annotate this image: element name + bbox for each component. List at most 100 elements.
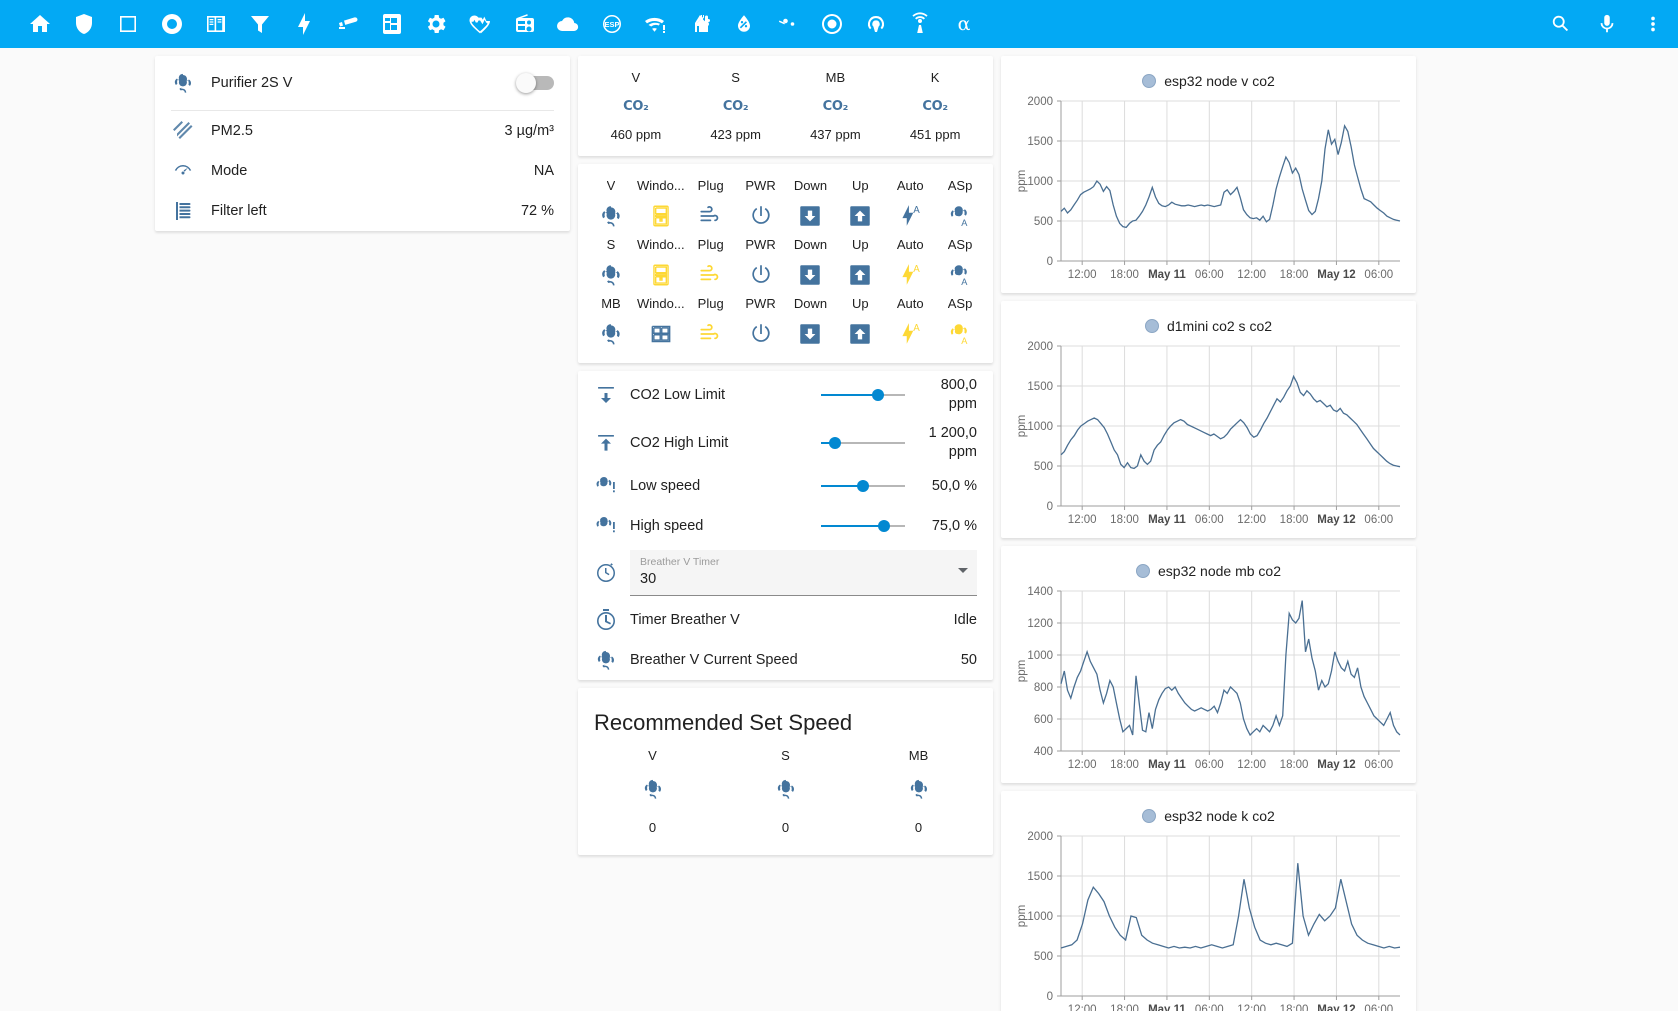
entity-row-filter[interactable]: Filter left 72 %: [155, 191, 570, 231]
power-icon[interactable]: [748, 262, 774, 288]
broadcast-icon[interactable]: [854, 0, 898, 48]
slider-track[interactable]: [821, 388, 905, 401]
window-closed-icon[interactable]: [648, 262, 674, 288]
grid-cell-plug-1[interactable]: Plug: [686, 237, 736, 288]
grid-cell-asp-2[interactable]: ASp A: [935, 296, 985, 347]
arrow-down-box-icon[interactable]: [797, 321, 823, 347]
recommended-item-s[interactable]: S0: [719, 748, 852, 835]
air-conditioner-icon[interactable]: [698, 203, 724, 229]
grid-cell-auto-2[interactable]: Auto A: [885, 296, 935, 347]
arrow-up-box-icon[interactable]: [847, 321, 873, 347]
switch-icon[interactable]: [766, 0, 810, 48]
entity-row-current-speed[interactable]: Breather V Current Speed 50: [578, 640, 993, 680]
window-closed-icon[interactable]: [648, 203, 674, 229]
entity-row-purifier[interactable]: Purifier 2S V: [155, 56, 570, 110]
tablet-dashboard-icon[interactable]: [370, 0, 414, 48]
slider-thumb[interactable]: [872, 388, 885, 401]
chart-card-3[interactable]: esp32 node k co2 0 500 1000 1500 2000 ppm 12:00…: [1001, 791, 1416, 1011]
overflow-menu-icon[interactable]: [1638, 0, 1668, 48]
alpha-icon[interactable]: α: [942, 0, 986, 48]
square-outline-icon[interactable]: [106, 0, 150, 48]
grid-cell-pwr-0[interactable]: PWR: [736, 178, 786, 229]
water-percent-icon[interactable]: [722, 0, 766, 48]
grid-cell-plug-0[interactable]: Plug: [686, 178, 736, 229]
purifier-toggle[interactable]: [516, 73, 554, 93]
slider-track[interactable]: [821, 520, 905, 533]
grid-cell-up-0[interactable]: Up: [835, 178, 885, 229]
breather-timer-select[interactable]: Breather V Timer 30: [630, 550, 977, 597]
glance-item-mb[interactable]: MB CO₂ 437 ppm: [786, 70, 886, 142]
grid-cell-mb-2[interactable]: MB: [586, 296, 636, 347]
entity-row-mode[interactable]: Mode NA: [155, 151, 570, 191]
grid-cell-down-0[interactable]: Down: [786, 178, 836, 229]
entity-row-timer-breather[interactable]: Timer Breather V Idle: [578, 600, 993, 640]
slider-thumb[interactable]: [878, 520, 890, 533]
recommended-item-v[interactable]: V0: [586, 748, 719, 835]
air-conditioner-icon[interactable]: [698, 321, 724, 347]
home-icon[interactable]: [18, 0, 62, 48]
grid-cell-auto-1[interactable]: Auto A: [885, 237, 935, 288]
arrow-up-box-icon[interactable]: [847, 203, 873, 229]
flash-auto-icon[interactable]: A: [897, 262, 923, 288]
flash-auto-icon[interactable]: A: [897, 321, 923, 347]
fan-auto-icon[interactable]: A: [947, 262, 973, 288]
shield-icon[interactable]: [62, 0, 106, 48]
flash-auto-icon[interactable]: A: [897, 203, 923, 229]
grid-cell-v-0[interactable]: V: [586, 178, 636, 229]
book-open-icon[interactable]: [194, 0, 238, 48]
glance-item-k[interactable]: K CO₂ 451 ppm: [885, 70, 985, 142]
grid-cell-s-1[interactable]: S: [586, 237, 636, 288]
grid-cell-pwr-1[interactable]: PWR: [736, 237, 786, 288]
flash-icon[interactable]: [282, 0, 326, 48]
grid-cell-windo-2[interactable]: Windo...: [636, 296, 686, 347]
grid-cell-down-2[interactable]: Down: [786, 296, 836, 347]
chart-card-1[interactable]: d1mini co2 s co2 0 500 1000 1500 2000 ppm 12:00…: [1001, 301, 1416, 538]
circle-target-icon[interactable]: [810, 0, 854, 48]
fan-auto-icon[interactable]: A: [947, 321, 973, 347]
recommended-item-mb[interactable]: MB 0: [852, 748, 985, 835]
grid-cell-pwr-2[interactable]: PWR: [736, 296, 786, 347]
grid-cell-up-2[interactable]: Up: [835, 296, 885, 347]
fan-icon[interactable]: [598, 203, 624, 229]
grid-cell-windo-0[interactable]: Windo...: [636, 178, 686, 229]
grid-cell-plug-2[interactable]: Plug: [686, 296, 736, 347]
power-icon[interactable]: [748, 321, 774, 347]
fan-icon[interactable]: [598, 321, 624, 347]
weather-cloudy-icon[interactable]: [546, 0, 590, 48]
heart-pulse-icon[interactable]: [458, 0, 502, 48]
wifi-alert-icon[interactable]: [634, 0, 678, 48]
chevron-down-icon[interactable]: [958, 568, 968, 574]
chart-card-0[interactable]: esp32 node v co2 0 500 1000 1500 2000 ppm 12:00…: [1001, 56, 1416, 293]
entity-row-pm25[interactable]: PM2.5 3 µg/m³: [155, 111, 570, 151]
arrow-down-box-icon[interactable]: [797, 203, 823, 229]
microphone-icon[interactable]: [1592, 0, 1622, 48]
slider-track[interactable]: [821, 436, 905, 449]
record-circle-icon[interactable]: [150, 0, 194, 48]
fan-auto-icon[interactable]: A: [947, 203, 973, 229]
window-open-icon[interactable]: [648, 321, 674, 347]
grid-cell-up-1[interactable]: Up: [835, 237, 885, 288]
home-thermometer-icon[interactable]: [678, 0, 722, 48]
esp-badge-icon[interactable]: ESP: [590, 0, 634, 48]
air-conditioner-icon[interactable]: [698, 262, 724, 288]
power-icon[interactable]: [748, 203, 774, 229]
search-icon[interactable]: [1546, 0, 1576, 48]
grid-cell-asp-0[interactable]: ASp A: [935, 178, 985, 229]
cog-icon[interactable]: [414, 0, 458, 48]
glance-item-v[interactable]: V CO₂ 460 ppm: [586, 70, 686, 142]
cctv-icon[interactable]: [326, 0, 370, 48]
chart-card-2[interactable]: esp32 node mb co2 400 600 800 1000 1200 1400 pp…: [1001, 546, 1416, 783]
slider-thumb[interactable]: [829, 436, 842, 449]
slider-track[interactable]: [821, 480, 905, 493]
access-point-icon[interactable]: [898, 0, 942, 48]
grid-cell-auto-0[interactable]: Auto A: [885, 178, 935, 229]
grid-cell-asp-1[interactable]: ASp A: [935, 237, 985, 288]
arrow-down-box-icon[interactable]: [797, 262, 823, 288]
radio-icon[interactable]: [502, 0, 546, 48]
slider-thumb[interactable]: [857, 480, 869, 493]
arrow-up-box-icon[interactable]: [847, 262, 873, 288]
fan-icon[interactable]: [598, 262, 624, 288]
grid-cell-windo-1[interactable]: Windo...: [636, 237, 686, 288]
glance-item-s[interactable]: S CO₂ 423 ppm: [686, 70, 786, 142]
grid-cell-down-1[interactable]: Down: [786, 237, 836, 288]
